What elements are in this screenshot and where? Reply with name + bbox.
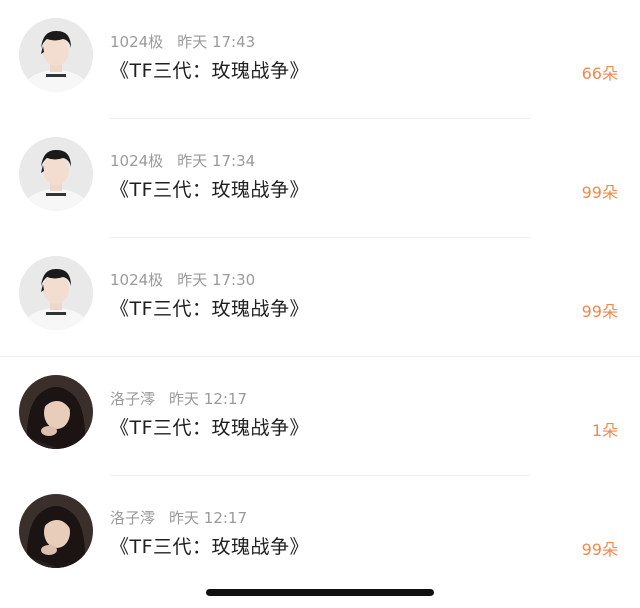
flower-count: 1朵 (591, 421, 618, 440)
flower-count: 99朵 (581, 183, 618, 202)
message-title: 《TF三代：玫瑰战争》 (110, 536, 310, 558)
boy-avatar-icon[interactable] (19, 18, 93, 92)
message-meta: 1024极 昨天 17:30 (110, 269, 255, 290)
message-time: 昨天 17:30 (177, 271, 256, 289)
message-title: 《TF三代：玫瑰战争》 (110, 298, 310, 320)
sender-name: 1024极 (110, 33, 164, 51)
message-time: 昨天 12:17 (169, 509, 248, 527)
list-item[interactable]: 1024极 昨天 17:34 《TF三代：玫瑰战争》 99朵 (0, 119, 640, 238)
message-time: 昨天 17:43 (177, 33, 256, 51)
message-meta: 洛子澪 昨天 12:17 (110, 507, 247, 528)
message-meta: 1024极 昨天 17:34 (110, 150, 255, 171)
list-item[interactable]: 洛子澪 昨天 12:17 《TF三代：玫瑰战争》 1朵 (0, 357, 640, 476)
flower-count: 99朵 (581, 540, 618, 559)
boy-avatar-icon[interactable] (19, 256, 93, 330)
girl-avatar-icon[interactable] (19, 375, 93, 449)
list-item[interactable]: 1024极 昨天 17:43 《TF三代：玫瑰战争》 66朵 (0, 0, 640, 119)
boy-avatar-icon[interactable] (19, 137, 93, 211)
flower-count: 66朵 (581, 64, 618, 83)
list-item[interactable]: 洛子澪 昨天 12:17 《TF三代：玫瑰战争》 99朵 (0, 476, 640, 595)
home-indicator[interactable] (206, 589, 434, 596)
sender-name: 1024极 (110, 271, 164, 289)
message-meta: 洛子澪 昨天 12:17 (110, 388, 247, 409)
sender-name: 洛子澪 (110, 390, 156, 408)
list-item[interactable]: 1024极 昨天 17:30 《TF三代：玫瑰战争》 99朵 (0, 238, 640, 357)
sender-name: 1024极 (110, 152, 164, 170)
girl-avatar-icon[interactable] (19, 494, 93, 568)
message-time: 昨天 17:34 (177, 152, 256, 170)
message-title: 《TF三代：玫瑰战争》 (110, 60, 310, 82)
message-title: 《TF三代：玫瑰战争》 (110, 417, 310, 439)
flower-count: 99朵 (581, 302, 618, 321)
sender-name: 洛子澪 (110, 509, 156, 527)
message-meta: 1024极 昨天 17:43 (110, 31, 255, 52)
message-title: 《TF三代：玫瑰战争》 (110, 179, 310, 201)
message-time: 昨天 12:17 (169, 390, 248, 408)
